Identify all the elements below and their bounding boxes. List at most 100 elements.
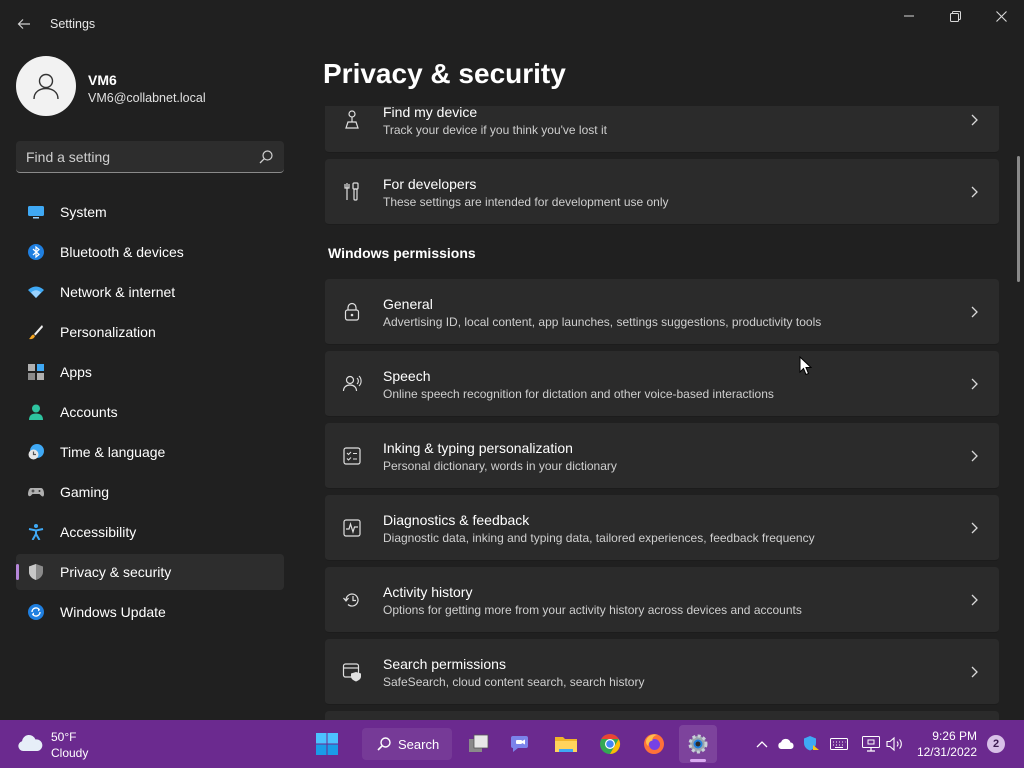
sidebar-item-network[interactable]: Network & internet — [16, 274, 284, 310]
file-explorer-button[interactable] — [547, 725, 585, 763]
restore-icon — [949, 10, 961, 22]
chrome-button[interactable] — [591, 725, 629, 763]
person-icon — [33, 73, 59, 100]
card-title: Find my device — [383, 106, 478, 120]
sidebar-item-time-language[interactable]: Time & language — [16, 434, 284, 470]
network-tray-icon[interactable] — [861, 734, 881, 754]
sidebar-item-accounts[interactable]: Accounts — [16, 394, 284, 430]
sidebar-item-label: Accounts — [60, 404, 118, 420]
card-description: SafeSearch, cloud content search, search… — [383, 675, 645, 689]
wifi-icon — [28, 286, 44, 298]
sidebar-item-accessibility[interactable]: Accessibility — [16, 514, 284, 550]
pulse-icon — [343, 519, 361, 537]
card-description: Diagnostic data, inking and typing data,… — [383, 531, 815, 545]
start-button[interactable] — [308, 725, 346, 763]
settings-taskbar-button[interactable] — [679, 725, 717, 763]
speech-icon — [342, 375, 362, 392]
close-button[interactable] — [978, 0, 1024, 32]
keyboard-tray-icon[interactable] — [829, 734, 849, 754]
section-title-windows-permissions: Windows permissions — [328, 245, 476, 261]
sidebar-item-label: Privacy & security — [60, 564, 172, 580]
avatar — [16, 56, 76, 116]
card-title: General — [383, 296, 433, 312]
sidebar-item-gaming[interactable]: Gaming — [16, 474, 284, 510]
gear-icon — [688, 734, 708, 754]
card-find-my-device[interactable]: Find my device Track your device if you … — [325, 106, 999, 153]
brush-icon — [29, 325, 43, 340]
security-tray-icon[interactable] — [801, 734, 821, 754]
card-partial[interactable] — [325, 711, 999, 720]
close-icon — [995, 10, 1007, 22]
clock-date[interactable]: 12/31/2022 — [911, 745, 977, 759]
volume-tray-icon[interactable] — [885, 734, 905, 754]
checklist-icon — [343, 447, 361, 465]
chevron-right-icon — [971, 450, 978, 462]
user-name: VM6 — [88, 72, 117, 88]
taskbar: 50°F Cloudy Search 9:26 PM 12/31/2022 2 — [0, 720, 1024, 768]
chevron-up-icon — [756, 741, 768, 748]
person-location-icon — [345, 110, 359, 129]
chevron-right-icon — [971, 306, 978, 318]
sidebar-item-apps[interactable]: Apps — [16, 354, 284, 390]
user-profile[interactable]: VM6 VM6@collabnet.local — [16, 56, 296, 118]
teams-chat-icon — [511, 736, 528, 752]
card-speech[interactable]: Speech Online speech recognition for dic… — [325, 351, 999, 417]
taskbar-search-label: Search — [398, 736, 440, 752]
settings-list: Find my device Track your device if you … — [325, 106, 999, 720]
title-bar: Settings — [0, 0, 1024, 48]
chevron-right-icon — [971, 594, 978, 606]
sidebar-item-label: Apps — [60, 364, 92, 380]
card-inking-typing[interactable]: Inking & typing personalization Personal… — [325, 423, 999, 489]
chat-button[interactable] — [502, 725, 540, 763]
arrow-left-icon — [17, 19, 30, 29]
weather-temperature[interactable]: 50°F — [51, 730, 76, 744]
taskbar-search-button[interactable]: Search — [362, 728, 452, 760]
card-title: Inking & typing personalization — [383, 440, 573, 456]
sidebar-item-personalization[interactable]: Personalization — [16, 314, 284, 350]
card-description: Options for getting more from your activ… — [383, 603, 802, 617]
sidebar-item-label: Bluetooth & devices — [60, 244, 184, 260]
firefox-button[interactable] — [635, 725, 673, 763]
task-view-icon — [469, 734, 489, 752]
show-hidden-icons-button[interactable] — [752, 734, 772, 754]
minimize-button[interactable] — [886, 0, 932, 32]
maximize-button[interactable] — [932, 0, 978, 32]
card-description: Track your device if you think you've lo… — [383, 123, 607, 137]
active-app-indicator — [690, 759, 706, 762]
windows-logo-icon — [316, 733, 338, 755]
notification-badge[interactable]: 2 — [987, 735, 1005, 753]
bluetooth-icon — [28, 244, 44, 260]
settings-search-box[interactable] — [16, 141, 284, 173]
onedrive-tray-icon[interactable] — [776, 734, 796, 754]
update-icon — [28, 604, 44, 620]
sidebar-item-label: Network & internet — [60, 284, 176, 300]
onedrive-cloud-icon — [778, 738, 794, 749]
cloud-weather-icon[interactable] — [16, 731, 44, 755]
sidebar-item-windows-update[interactable]: Windows Update — [16, 594, 284, 630]
card-diagnostics-feedback[interactable]: Diagnostics & feedback Diagnostic data, … — [325, 495, 999, 561]
card-for-developers[interactable]: For developers These settings are intend… — [325, 159, 999, 225]
search-input[interactable] — [16, 141, 256, 172]
firefox-icon — [644, 734, 664, 754]
keyboard-icon — [830, 738, 848, 750]
card-activity-history[interactable]: Activity history Options for getting mor… — [325, 567, 999, 633]
sidebar-item-label: System — [60, 204, 107, 220]
chevron-right-icon — [971, 522, 978, 534]
task-view-button[interactable] — [460, 725, 498, 763]
chevron-right-icon — [971, 114, 978, 126]
card-title: For developers — [383, 176, 477, 192]
clock-globe-icon — [28, 444, 44, 460]
clock-time[interactable]: 9:26 PM — [921, 729, 977, 743]
chevron-right-icon — [971, 186, 978, 198]
page-title: Privacy & security — [323, 58, 566, 89]
sidebar-item-bluetooth[interactable]: Bluetooth & devices — [16, 234, 284, 270]
sidebar-item-privacy-security[interactable]: Privacy & security — [16, 554, 284, 590]
content-scrollbar[interactable] — [1017, 156, 1020, 282]
sidebar-item-system[interactable]: System — [16, 194, 284, 230]
sidebar-item-label: Windows Update — [60, 604, 166, 620]
search-icon[interactable] — [258, 149, 274, 165]
back-button[interactable] — [10, 10, 38, 38]
card-search-permissions[interactable]: Search permissions SafeSearch, cloud con… — [325, 639, 999, 705]
card-general[interactable]: General Advertising ID, local content, a… — [325, 279, 999, 345]
weather-condition[interactable]: Cloudy — [51, 746, 88, 760]
